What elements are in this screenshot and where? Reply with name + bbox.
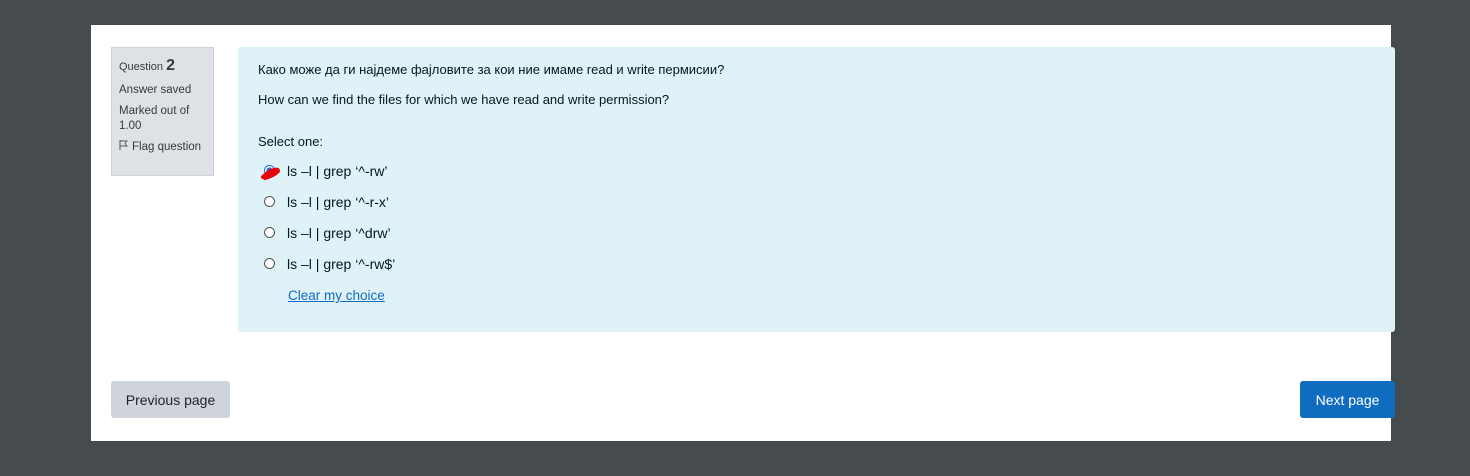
quiz-panel: Question 2 Answer saved Marked out of 1.… [91,25,1395,441]
question-number: Question 2 [119,56,206,77]
question-state: Answer saved [119,83,192,96]
radio-button[interactable] [264,196,275,207]
answer-label: ls –l | grep ‘^-rw$’ [287,255,396,272]
question-content: Како може да ги најдеме фајловите за кои… [238,47,1395,332]
question-text-macedonian: Како може да ги најдеме фајловите за кои… [258,62,725,77]
question-label: Question [119,61,164,73]
radio-button[interactable] [264,258,275,269]
answer-options: ls –l | grep ‘^-rw’ ls –l | grep ‘^-r-x’… [258,155,1375,279]
question-grade: Marked out of 1.00 [119,104,190,132]
previous-page-button[interactable]: Previous page [111,381,230,418]
red-scribble-mark [261,167,280,180]
question-text: Како може да ги најдеме фајловите за кои… [258,61,1375,109]
select-prompt: Select one: [258,134,324,149]
answer-label: ls –l | grep ‘^-r-x’ [287,193,389,210]
clear-my-choice-link[interactable]: Clear my choice [288,288,1375,303]
question-text-english: How can we find the files for which we h… [258,92,670,107]
answer-option[interactable]: ls –l | grep ‘^-rw$’ [258,248,1375,279]
question-info-box: Question 2 Answer saved Marked out of 1.… [111,47,214,176]
flag-icon [119,139,128,155]
flag-question-label: Flag question [132,140,202,153]
answer-label: ls –l | grep ‘^drw’ [287,224,391,241]
flag-question-toggle[interactable]: Flag question [119,139,206,155]
answer-option[interactable]: ls –l | grep ‘^drw’ [258,217,1375,248]
question-number-value: 2 [166,57,175,74]
next-page-button[interactable]: Next page [1300,381,1395,418]
answer-option[interactable]: ls –l | grep ‘^-rw’ [258,155,1375,186]
radio-button[interactable] [264,227,275,238]
answer-label: ls –l | grep ‘^-rw’ [287,162,388,179]
answer-option[interactable]: ls –l | grep ‘^-r-x’ [258,186,1375,217]
radio-button-selected[interactable] [261,165,280,180]
